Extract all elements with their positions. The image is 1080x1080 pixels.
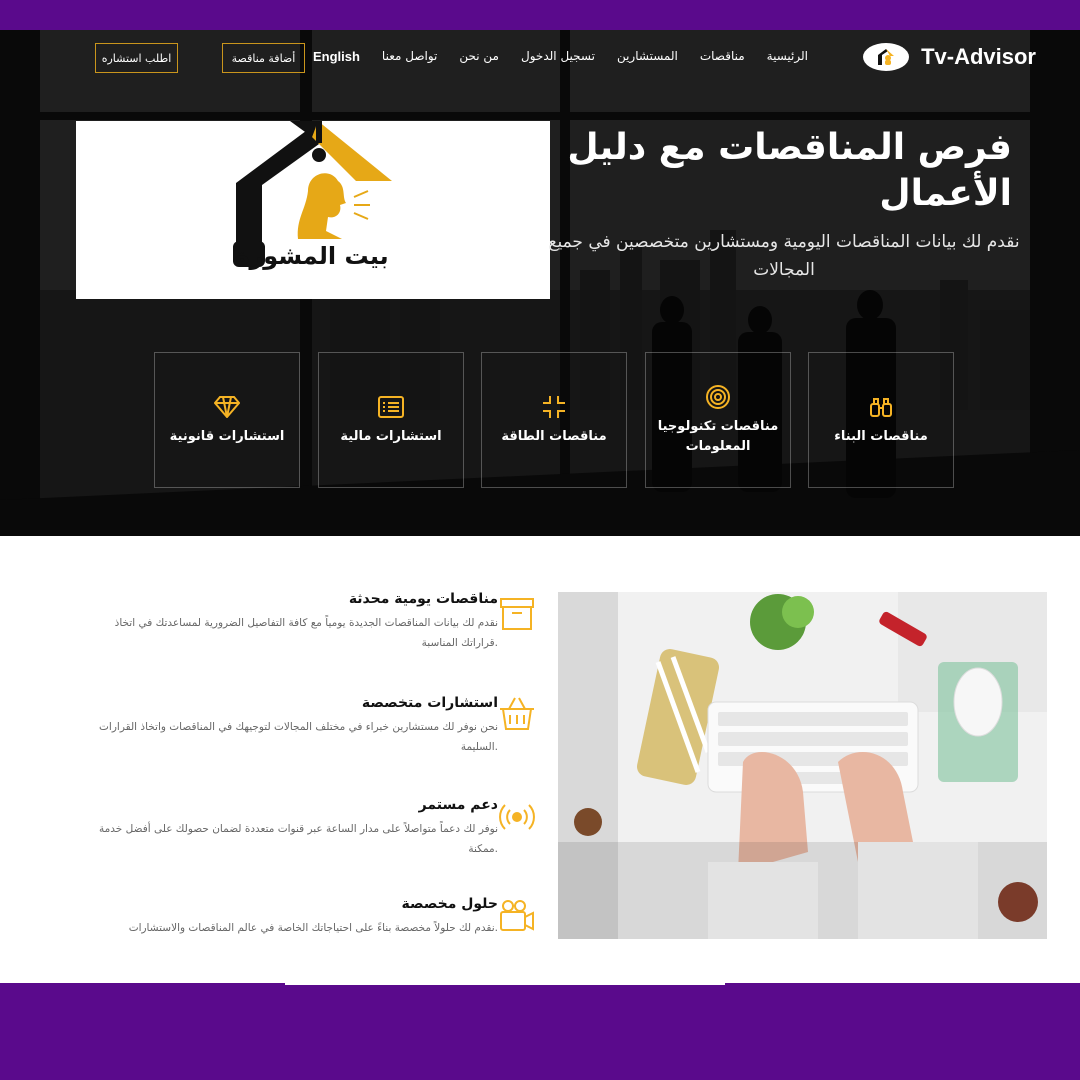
brand[interactable]: Tv-Advisor [863, 43, 1036, 71]
diamond-icon [214, 393, 240, 421]
nav-login[interactable]: تسجيل الدخول [521, 49, 595, 64]
feature-continuous-support: دعم مستمر نوفر لك دعماً متواصلاً على مدا… [98, 797, 535, 859]
hero-subtitle: نقدم لك بيانات المناقصات اليومية ومستشار… [548, 232, 1020, 280]
page-frame: Tv-Advisor الرئيسية مناقصات المستشارين ت… [0, 30, 1080, 983]
card-financial-consulting[interactable]: استشارات مالية [318, 352, 464, 488]
partner-logo-banner: بيت المشورة [76, 121, 550, 299]
feature-description: نقدم لك حلولاً مخصصة بناءً على احتياجاتك… [128, 922, 498, 934]
card-legal-consulting[interactable]: استشارات قانونية [154, 352, 300, 488]
top-navbar: Tv-Advisor الرئيسية مناقصات المستشارين ت… [0, 30, 1080, 88]
archive-box-icon [498, 594, 536, 632]
compress-icon [541, 393, 567, 421]
nav-home[interactable]: الرئيسية [767, 49, 808, 64]
card-energy-tenders[interactable]: مناقصات الطاقة [481, 352, 627, 488]
feature-daily-tenders: مناقصات يومية محدثة نقدم لك بيانات المنا… [98, 591, 534, 653]
card-label: استشارات مالية [340, 429, 442, 444]
card-label: مناقصات الطاقة [501, 429, 607, 444]
feature-description: نحن نوفر لك مستشارين خبراء في مختلف المج… [99, 721, 498, 753]
binoculars-icon [869, 393, 893, 421]
card-construction-tenders[interactable]: مناقصات البناء [808, 352, 954, 488]
footer-divider [285, 983, 725, 985]
hero-section: Tv-Advisor الرئيسية مناقصات المستشارين ت… [0, 30, 1080, 536]
category-cards: مناقصات البناء مناقصات تكنولوجيا المعلوم… [154, 352, 954, 488]
video-camera-icon [498, 897, 536, 935]
card-label: استشارات قانونية [169, 429, 285, 444]
feature-title: حلول مخصصة [401, 896, 498, 912]
feature-title: مناقصات يومية محدثة [348, 591, 498, 607]
nav-tenders[interactable]: مناقصات [700, 49, 745, 64]
card-it-tenders[interactable]: مناقصات تكنولوجيا المعلومات [645, 352, 791, 488]
card-label: مناقصات البناء [834, 429, 928, 444]
add-tender-button[interactable]: أضافة مناقصة [222, 43, 305, 73]
feature-title: دعم مستمر [418, 797, 498, 813]
request-consultation-button[interactable]: اطلب استشاره [95, 43, 178, 73]
basket-icon [498, 695, 536, 733]
list-icon [378, 393, 404, 421]
main-menu: الرئيسية مناقصات المستشارين تسجيل الدخول… [313, 49, 808, 64]
hero-title: فرص المناقصات مع دليل الأعمال [567, 127, 1012, 214]
feature-custom-solutions: حلول مخصصة نقدم لك حلولاً مخصصة بناءً عل… [98, 896, 534, 938]
feature-description: نوفر لك دعماً متواصلاً على مدار الساعة ع… [99, 823, 498, 855]
target-icon [705, 383, 731, 411]
feature-description: نقدم لك بيانات المناقصات الجديدة يومياً … [114, 617, 498, 649]
nav-contact[interactable]: تواصل معنا [382, 49, 437, 64]
nav-consultants[interactable]: المستشارين [617, 49, 678, 64]
feature-specialized-consulting: استشارات متخصصة نحن نوفر لك مستشارين خبر… [98, 695, 534, 757]
nav-language-english[interactable]: English [313, 49, 360, 64]
card-label: مناقصات تكنولوجيا المعلومات [657, 419, 779, 454]
logo-text: بيت المشورة [235, 242, 388, 270]
advisor-logo-icon [863, 43, 910, 71]
feature-title: استشارات متخصصة [361, 695, 498, 711]
workspace-photo [558, 592, 1047, 939]
brand-name: Tv-Advisor [921, 44, 1036, 69]
broadcast-icon [498, 798, 536, 836]
nav-about[interactable]: من نحن [459, 49, 499, 64]
bait-almashwara-logo: بيت المشورة [233, 121, 392, 270]
